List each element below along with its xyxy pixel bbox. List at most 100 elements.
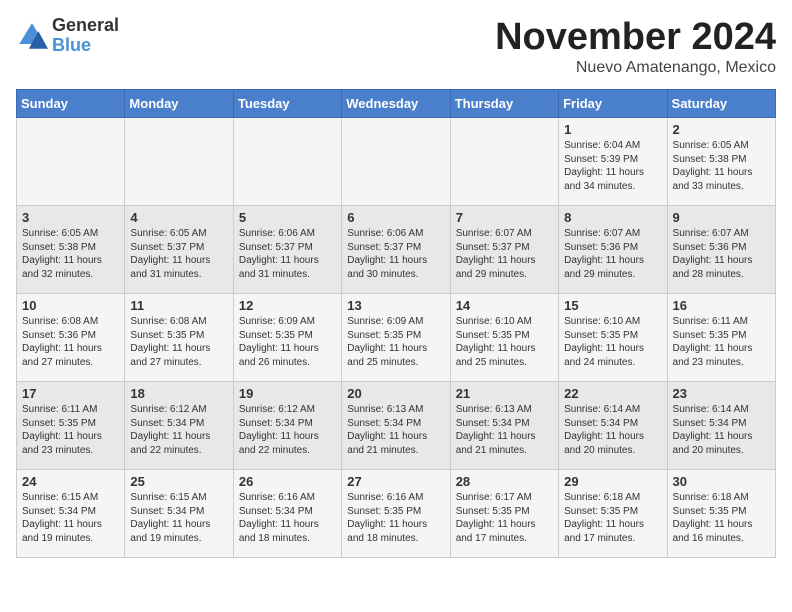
day-number: 24 [22,474,119,489]
day-number: 29 [564,474,661,489]
calendar-cell: 18 Sunrise: 6:12 AM Sunset: 5:34 PM Dayli… [125,382,233,470]
day-number: 23 [673,386,770,401]
day-info: Sunrise: 6:06 AM Sunset: 5:37 PM Dayligh… [239,227,336,281]
day-number: 18 [130,386,227,401]
day-info: Sunrise: 6:07 AM Sunset: 5:36 PM Dayligh… [673,227,770,281]
day-number: 10 [22,298,119,313]
calendar-cell [342,118,450,206]
day-info: Sunrise: 6:16 AM Sunset: 5:35 PM Dayligh… [347,491,444,545]
week-row-2: 10 Sunrise: 6:08 AM Sunset: 5:36 PM Dayli… [17,294,776,382]
calendar-cell: 1 Sunrise: 6:04 AM Sunset: 5:39 PM Daylig… [559,118,667,206]
day-info: Sunrise: 6:05 AM Sunset: 5:38 PM Dayligh… [673,139,770,193]
day-info: Sunrise: 6:13 AM Sunset: 5:34 PM Dayligh… [347,403,444,457]
title-area: November 2024 Nuevo Amatenango, Mexico [495,16,776,77]
day-number: 30 [673,474,770,489]
day-number: 13 [347,298,444,313]
day-number: 25 [130,474,227,489]
calendar-cell: 10 Sunrise: 6:08 AM Sunset: 5:36 PM Dayli… [17,294,125,382]
page-header: General Blue November 2024 Nuevo Amatena… [16,16,776,77]
day-info: Sunrise: 6:17 AM Sunset: 5:35 PM Dayligh… [456,491,553,545]
day-info: Sunrise: 6:15 AM Sunset: 5:34 PM Dayligh… [130,491,227,545]
calendar-cell: 24Sunrise: 6:15 AM Sunset: 5:34 PM Dayli… [17,470,125,558]
logo-blue: Blue [52,36,119,56]
day-number: 17 [22,386,119,401]
calendar-body: 1 Sunrise: 6:04 AM Sunset: 5:39 PM Daylig… [17,118,776,558]
day-info: Sunrise: 6:11 AM Sunset: 5:35 PM Dayligh… [22,403,119,457]
day-number: 5 [239,210,336,225]
day-info: Sunrise: 6:06 AM Sunset: 5:37 PM Dayligh… [347,227,444,281]
day-number: 26 [239,474,336,489]
day-info: Sunrise: 6:07 AM Sunset: 5:36 PM Dayligh… [564,227,661,281]
day-number: 14 [456,298,553,313]
logo: General Blue [16,16,119,56]
calendar-cell: 5 Sunrise: 6:06 AM Sunset: 5:37 PM Daylig… [233,206,341,294]
calendar-cell: 27 Sunrise: 6:16 AM Sunset: 5:35 PM Dayli… [342,470,450,558]
calendar-cell: 12 Sunrise: 6:09 AM Sunset: 5:35 PM Dayli… [233,294,341,382]
day-number: 19 [239,386,336,401]
week-row-0: 1 Sunrise: 6:04 AM Sunset: 5:39 PM Daylig… [17,118,776,206]
header-thursday: Thursday [450,90,558,118]
logo-general: General [52,16,119,36]
calendar-cell: 7 Sunrise: 6:07 AM Sunset: 5:37 PM Daylig… [450,206,558,294]
header-saturday: Saturday [667,90,775,118]
day-number: 22 [564,386,661,401]
logo-icon [16,20,48,52]
day-number: 1 [564,122,661,137]
week-row-4: 24 Sunrise: 6:15 AM Sunset: 5:34 PM Dayli… [17,470,776,558]
header-sunday: Sunday [17,90,125,118]
day-number: 11 [130,298,227,313]
day-info: Sunrise: 6:10 AM Sunset: 5:35 PM Dayligh… [564,315,661,369]
calendar-cell: 21Sunrise: 6:13 AM Sunset: 5:34 PM Dayli… [450,382,558,470]
calendar-cell: 13 Sunrise: 6:09 AM Sunset: 5:35 PM Dayli… [342,294,450,382]
calendar-cell [17,118,125,206]
day-number: 12 [239,298,336,313]
calendar-header: SundayMondayTuesdayWednesdayThursdayFrid… [17,90,776,118]
calendar-cell [125,118,233,206]
calendar-cell: 8 Sunrise: 6:07 AM Sunset: 5:36 PM Daylig… [559,206,667,294]
day-info: Sunrise: 6:18 AM Sunset: 5:35 PM Dayligh… [673,491,770,545]
calendar-cell [450,118,558,206]
day-info: Sunrise: 6:04 AM Sunset: 5:39 PM Dayligh… [564,139,661,193]
day-info: Sunrise: 6:09 AM Sunset: 5:35 PM Dayligh… [239,315,336,369]
day-info: Sunrise: 6:18 AM Sunset: 5:35 PM Dayligh… [564,491,661,545]
header-monday: Monday [125,90,233,118]
location-title: Nuevo Amatenango, Mexico [495,59,776,77]
calendar-cell: 25 Sunrise: 6:15 AM Sunset: 5:34 PM Dayli… [125,470,233,558]
month-title: November 2024 [495,16,776,59]
day-number: 4 [130,210,227,225]
day-info: Sunrise: 6:08 AM Sunset: 5:35 PM Dayligh… [130,315,227,369]
day-info: Sunrise: 6:08 AM Sunset: 5:36 PM Dayligh… [22,315,119,369]
day-number: 15 [564,298,661,313]
week-row-3: 17 Sunrise: 6:11 AM Sunset: 5:35 PM Dayli… [17,382,776,470]
calendar-cell: 2Sunrise: 6:05 AM Sunset: 5:38 PM Daylig… [667,118,775,206]
calendar-cell: 4Sunrise: 6:05 AM Sunset: 5:37 PM Daylig… [125,206,233,294]
day-info: Sunrise: 6:13 AM Sunset: 5:34 PM Dayligh… [456,403,553,457]
day-number: 6 [347,210,444,225]
day-number: 28 [456,474,553,489]
header-row: SundayMondayTuesdayWednesdayThursdayFrid… [17,90,776,118]
day-number: 27 [347,474,444,489]
header-tuesday: Tuesday [233,90,341,118]
calendar-cell: 15 Sunrise: 6:10 AM Sunset: 5:35 PM Dayli… [559,294,667,382]
calendar-cell: 14Sunrise: 6:10 AM Sunset: 5:35 PM Dayli… [450,294,558,382]
header-friday: Friday [559,90,667,118]
day-number: 7 [456,210,553,225]
header-wednesday: Wednesday [342,90,450,118]
calendar-cell: 3 Sunrise: 6:05 AM Sunset: 5:38 PM Daylig… [17,206,125,294]
calendar-table: SundayMondayTuesdayWednesdayThursdayFrid… [16,89,776,558]
day-number: 8 [564,210,661,225]
calendar-cell: 20Sunrise: 6:13 AM Sunset: 5:34 PM Dayli… [342,382,450,470]
calendar-cell [233,118,341,206]
day-info: Sunrise: 6:05 AM Sunset: 5:38 PM Dayligh… [22,227,119,281]
calendar-cell: 22Sunrise: 6:14 AM Sunset: 5:34 PM Dayli… [559,382,667,470]
day-info: Sunrise: 6:07 AM Sunset: 5:37 PM Dayligh… [456,227,553,281]
week-row-1: 3 Sunrise: 6:05 AM Sunset: 5:38 PM Daylig… [17,206,776,294]
calendar-cell: 19 Sunrise: 6:12 AM Sunset: 5:34 PM Dayli… [233,382,341,470]
day-info: Sunrise: 6:12 AM Sunset: 5:34 PM Dayligh… [130,403,227,457]
day-info: Sunrise: 6:12 AM Sunset: 5:34 PM Dayligh… [239,403,336,457]
logo-text: General Blue [52,16,119,56]
day-info: Sunrise: 6:09 AM Sunset: 5:35 PM Dayligh… [347,315,444,369]
day-number: 3 [22,210,119,225]
calendar-cell: 6 Sunrise: 6:06 AM Sunset: 5:37 PM Daylig… [342,206,450,294]
calendar-cell: 29 Sunrise: 6:18 AM Sunset: 5:35 PM Dayli… [559,470,667,558]
